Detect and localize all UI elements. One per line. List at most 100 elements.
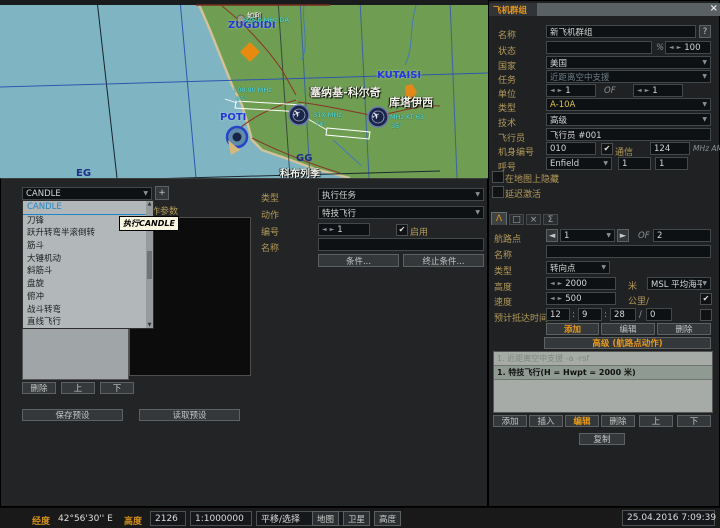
- panel-titlebar[interactable]: 飞机群组 ×: [489, 3, 720, 16]
- save-preset-button[interactable]: 保存预设: [22, 409, 123, 421]
- country-select[interactable]: 美国 ▼: [546, 56, 711, 69]
- waypoint-select[interactable]: 1 ▼: [560, 229, 615, 242]
- action-copy-button[interactable]: 复制: [579, 433, 625, 445]
- skill-select[interactable]: 高级 ▼: [546, 113, 711, 126]
- task-action-select[interactable]: 特技飞行 ▼: [318, 206, 484, 219]
- tail-number-input[interactable]: 010: [546, 142, 596, 155]
- waypoint-actions-list[interactable]: 1. 近距离空中支援 -a -rsf 1. 特技飞行(H = Hwpt = 20…: [493, 351, 713, 413]
- map-layer-button[interactable]: 地图: [312, 511, 339, 526]
- condition-input[interactable]: [546, 41, 652, 54]
- spin-left-icon[interactable]: ◄: [550, 87, 555, 94]
- waypoint-prev-button[interactable]: ◄: [546, 229, 558, 242]
- country-label: 国家: [498, 59, 516, 72]
- delete-maneuver-button[interactable]: 删除: [22, 382, 56, 394]
- task-select[interactable]: 近距离空中支援 ▼: [546, 70, 711, 83]
- task-number-stepper[interactable]: ◄ ► 1: [318, 223, 370, 236]
- spin-left-icon[interactable]: ◄: [550, 280, 555, 287]
- action-add-button[interactable]: 添加: [493, 415, 527, 427]
- tab-route[interactable]: Λ: [491, 212, 507, 225]
- altitude-ref-select[interactable]: MSL 平均海平面 ▼: [647, 277, 711, 290]
- callsign-select[interactable]: Enfield ▼: [546, 157, 612, 170]
- tab-payload[interactable]: ×: [526, 214, 541, 225]
- waypoint-edit-button[interactable]: 编辑: [601, 323, 655, 335]
- hidden-on-map-checkbox[interactable]: [492, 171, 504, 183]
- frequency-input[interactable]: 124: [650, 142, 690, 155]
- unit-total-value: 1: [652, 86, 657, 96]
- dropdown-option[interactable]: 盘旋: [23, 278, 153, 291]
- unit-total-stepper[interactable]: ◄ ► 1: [633, 84, 683, 97]
- altitude-layer-button[interactable]: 高度: [374, 511, 401, 526]
- callsign-flight-number[interactable]: 1: [618, 157, 651, 170]
- action-up-button[interactable]: 上: [639, 415, 673, 427]
- group-name-input[interactable]: 新飞机群组: [546, 25, 696, 38]
- callsign-unit-number[interactable]: 1: [655, 157, 688, 170]
- stop-condition-button[interactable]: 终止条件...: [403, 254, 484, 267]
- enable-checkbox[interactable]: ✔: [396, 224, 408, 236]
- eta-minutes-input[interactable]: 9: [578, 308, 602, 321]
- eta-day-input[interactable]: 0: [646, 308, 672, 321]
- scroll-down-icon[interactable]: ▼: [148, 322, 152, 328]
- altitude-stepper[interactable]: ◄ ► 2000: [546, 277, 616, 290]
- skill-label: 技术: [498, 116, 516, 129]
- spin-left-icon[interactable]: ◄: [637, 87, 642, 94]
- maneuver-select[interactable]: CANDLE ▼: [22, 187, 152, 200]
- move-down-button[interactable]: 下: [100, 382, 134, 394]
- spin-right-icon[interactable]: ►: [677, 44, 682, 51]
- waypoint-number: 1: [564, 231, 569, 241]
- eta-lock-checkbox[interactable]: [700, 309, 712, 321]
- waypoint-type-select[interactable]: 转向点 ▼: [546, 261, 610, 274]
- waypoint-add-button[interactable]: 添加: [546, 323, 599, 335]
- list-item[interactable]: 1. 近距离空中支援 -a -rsf: [494, 352, 712, 365]
- dropdown-option[interactable]: CANDLE: [23, 201, 153, 215]
- unit-count-stepper[interactable]: ◄ ► 1: [546, 84, 596, 97]
- tab-zone[interactable]: □: [509, 214, 524, 225]
- eta-hours-input[interactable]: 12: [546, 308, 570, 321]
- task-type-value: 执行任务: [322, 189, 356, 201]
- name-help-button[interactable]: ?: [699, 25, 711, 38]
- task-label: 任务: [498, 73, 516, 86]
- spin-left-icon[interactable]: ◄: [322, 226, 327, 233]
- task-name-input[interactable]: [318, 238, 484, 251]
- tab-summary[interactable]: Σ: [543, 214, 558, 225]
- speed-stepper[interactable]: ◄ ► 500: [546, 292, 616, 305]
- action-down-button[interactable]: 下: [677, 415, 711, 427]
- spin-right-icon[interactable]: ►: [645, 87, 650, 94]
- load-preset-button[interactable]: 读取预设: [139, 409, 240, 421]
- action-insert-button[interactable]: 插入: [529, 415, 563, 427]
- action-edit-button[interactable]: 编辑: [565, 415, 599, 427]
- satellite-layer-button[interactable]: 卫星: [343, 511, 370, 526]
- spin-right-icon[interactable]: ►: [558, 295, 563, 302]
- scroll-up-icon[interactable]: ▲: [148, 201, 152, 207]
- spin-right-icon[interactable]: ►: [558, 280, 563, 287]
- spin-left-icon[interactable]: ◄: [550, 295, 555, 302]
- eta-seconds-input[interactable]: 28: [610, 308, 636, 321]
- move-up-button[interactable]: 上: [61, 382, 95, 394]
- dropdown-option[interactable]: 大锤机动: [23, 253, 153, 266]
- task-type-select[interactable]: 执行任务 ▼: [318, 188, 484, 201]
- action-delete-button[interactable]: 删除: [601, 415, 635, 427]
- condition-button[interactable]: 条件...: [318, 254, 399, 267]
- map-viewport[interactable]: 如利 ZUGDIDI 625.0 MHz DA KUTAISI 塞纳基-科尔奇 …: [0, 0, 488, 178]
- spin-right-icon[interactable]: ►: [330, 226, 335, 233]
- dropdown-option[interactable]: 俯冲: [23, 291, 153, 304]
- dropdown-option[interactable]: 斜筋斗: [23, 265, 153, 278]
- late-activation-checkbox[interactable]: [492, 186, 504, 198]
- comm-checkbox[interactable]: ✔: [601, 143, 613, 155]
- dropdown-option[interactable]: 筋斗: [23, 240, 153, 253]
- waypoint-name-input[interactable]: [546, 245, 711, 258]
- aircraft-type-select[interactable]: A-10A ▼: [546, 98, 711, 111]
- dropdown-option[interactable]: 战斗转弯: [23, 304, 153, 317]
- spin-left-icon[interactable]: ◄: [669, 44, 674, 51]
- spin-right-icon[interactable]: ►: [558, 87, 563, 94]
- scrollbar-thumb[interactable]: [147, 251, 152, 279]
- speed-lock-checkbox[interactable]: ✔: [700, 293, 712, 305]
- close-icon[interactable]: ×: [710, 3, 718, 14]
- probability-stepper[interactable]: ◄ ► 100: [665, 41, 711, 54]
- dropdown-option[interactable]: 直线飞行: [23, 316, 153, 329]
- waypoint-delete-button[interactable]: 删除: [657, 323, 711, 335]
- advanced-actions-button[interactable]: 高级 (航路点动作): [544, 337, 711, 349]
- add-maneuver-button[interactable]: +: [155, 186, 169, 200]
- pilot-name-input[interactable]: 飞行员 #001: [546, 128, 711, 141]
- waypoint-next-button[interactable]: ►: [617, 229, 629, 242]
- list-item-selected[interactable]: 1. 特技飞行(H = Hwpt = 2000 米): [494, 365, 712, 380]
